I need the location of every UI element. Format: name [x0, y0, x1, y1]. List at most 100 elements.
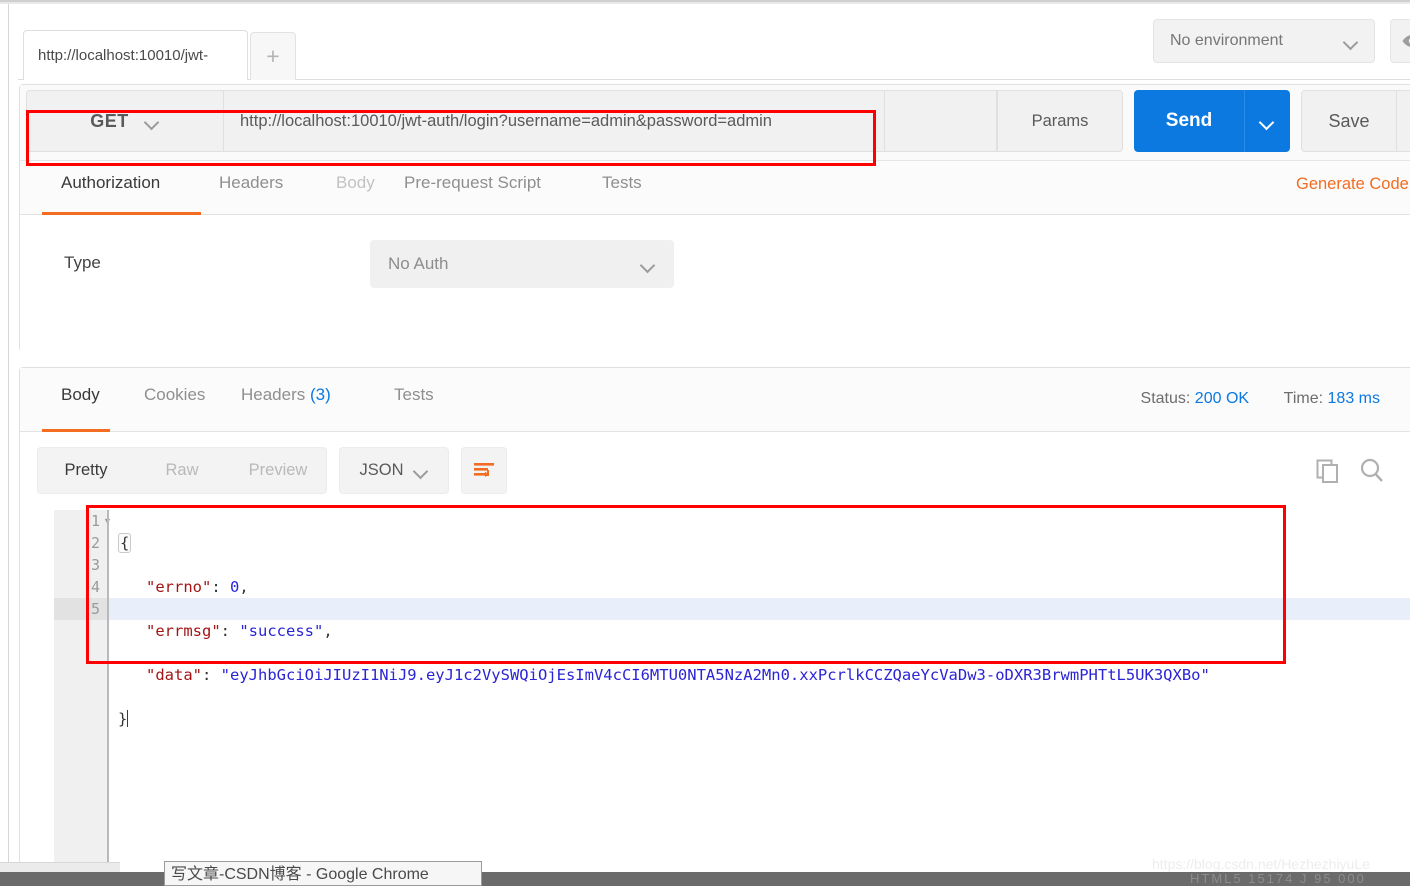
code-content: { "errno": 0, "errmsg": "success", "data…: [118, 510, 1408, 774]
request-tab-label: http://localhost:10010/jwt-: [38, 47, 209, 64]
tab-label: Headers: [241, 385, 306, 404]
url-text: http://localhost:10010/jwt-auth/login?us…: [240, 111, 772, 130]
generate-code-label: Generate Code: [1296, 175, 1409, 193]
json-key-data: "data": [146, 666, 202, 684]
json-comma: ,: [239, 578, 249, 596]
url-input[interactable]: http://localhost:10010/jwt-auth/login?us…: [224, 90, 885, 152]
tab-label: Body: [61, 385, 100, 404]
tooltip-text: 写文章-CSDN博客 - Google Chrome: [171, 866, 429, 883]
tab-authorization[interactable]: Authorization: [61, 173, 160, 193]
tab-label: Tests: [394, 385, 434, 404]
view-mode-preview[interactable]: Preview: [230, 461, 326, 480]
taskbar-ghost-text: HTML5 15174 J 95 000: [1190, 871, 1366, 886]
environment-selector[interactable]: No environment: [1153, 19, 1375, 63]
request-tabs: Authorization Headers Body Pre-request S…: [20, 161, 1410, 215]
chevron-down-icon: [641, 260, 656, 269]
tab-label: Headers: [219, 173, 284, 192]
tab-label: Body: [336, 173, 375, 192]
http-method-label: GET: [90, 110, 129, 131]
line-number: 1: [90, 512, 100, 530]
status-label: Status:: [1140, 390, 1191, 407]
code-line-5: }: [118, 708, 1408, 730]
json-colon: :: [211, 578, 230, 596]
line-number-gutter: 1 2 3 4 5 ▼: [54, 510, 112, 862]
code-line-2: "errno": 0,: [118, 576, 1408, 598]
json-key-errmsg: "errmsg": [146, 622, 221, 640]
json-value-errmsg: "success": [239, 622, 324, 640]
eye-icon: [1402, 35, 1410, 47]
tab-headers[interactable]: Headers: [219, 173, 283, 193]
chevron-down-icon: [1260, 117, 1275, 126]
auth-type-label: Type: [64, 253, 101, 272]
params-button[interactable]: Params: [997, 90, 1123, 152]
send-options-button[interactable]: [1244, 90, 1290, 152]
status-value: 200 OK: [1194, 390, 1250, 407]
copy-response-button[interactable]: [1314, 457, 1342, 490]
response-tabs: Body Cookies Headers (3) Tests Status: 2…: [20, 368, 1410, 432]
response-tab-headers[interactable]: Headers (3): [241, 385, 331, 405]
gutter-divider: [107, 510, 109, 862]
json-open-brace: {: [118, 533, 132, 553]
chevron-down-icon: [1344, 37, 1359, 46]
new-tab-button[interactable]: +: [250, 32, 296, 80]
response-meta: Status: 200 OK Time: 183 ms: [1141, 390, 1380, 408]
response-tab-cookies[interactable]: Cookies: [144, 385, 205, 405]
auth-type-selector[interactable]: No Auth: [370, 240, 674, 288]
save-options-button[interactable]: [1397, 90, 1410, 152]
url-row: GET http://localhost:10010/jwt-auth/logi…: [20, 85, 1410, 161]
text-cursor: [127, 710, 129, 727]
json-value-errno: 0: [230, 578, 240, 596]
tab-label: Cookies: [144, 385, 206, 404]
tab-pre-request-script[interactable]: Pre-request Script: [404, 173, 541, 193]
url-row-spacer: [885, 90, 997, 152]
generate-code-link[interactable]: Generate Code: [1296, 175, 1409, 194]
tab-label: Pre-request Script: [404, 173, 541, 192]
window-bottom-left-edge: [0, 862, 120, 872]
environment-label: No environment: [1170, 32, 1283, 49]
chevron-down-icon: [414, 466, 429, 475]
view-mode-pretty[interactable]: Pretty: [38, 461, 134, 480]
line-number: 5: [90, 600, 100, 618]
json-colon: :: [202, 666, 221, 684]
response-body-viewer[interactable]: 1 2 3 4 5 ▼ { "errno": 0, "errmsg": "suc…: [20, 510, 1410, 862]
time-label: Time:: [1283, 390, 1324, 407]
postman-window: http://localhost:10010/jwt- + No environ…: [0, 0, 1410, 886]
json-value-data: "eyJhbGciOiJIUzI1NiJ9.eyJ1c2VySWQiOjEsIm…: [220, 666, 1210, 684]
tab-label: Authorization: [61, 173, 161, 192]
environment-quick-look-button[interactable]: [1390, 19, 1410, 63]
csdn-watermark: https://blog.csdn.net/HezhezhiyuLe: [1152, 856, 1370, 872]
line-number: 3: [90, 556, 100, 574]
json-comma: ,: [323, 622, 333, 640]
window-left-rail: [0, 4, 9, 886]
request-panel: GET http://localhost:10010/jwt-auth/logi…: [19, 84, 1410, 352]
view-mode-group: Pretty Raw Preview: [37, 447, 327, 494]
tab-body[interactable]: Body: [336, 173, 375, 193]
active-tab-base-cover: [24, 78, 247, 81]
send-label: Send: [1165, 110, 1213, 131]
save-button[interactable]: Save: [1301, 90, 1397, 152]
response-tab-tests[interactable]: Tests: [394, 385, 434, 405]
line-number: 4: [90, 578, 100, 596]
request-tab-active[interactable]: http://localhost:10010/jwt-: [23, 30, 248, 80]
taskbar-tooltip: 写文章-CSDN博客 - Google Chrome: [164, 861, 482, 886]
word-wrap-button[interactable]: [461, 447, 507, 494]
http-method-selector[interactable]: GET: [26, 90, 224, 152]
view-mode-raw[interactable]: Raw: [134, 461, 230, 480]
response-format-selector[interactable]: JSON: [339, 447, 449, 494]
response-tab-body[interactable]: Body: [61, 385, 100, 405]
copy-icon: [1316, 459, 1338, 483]
code-line-4: "data": "eyJhbGciOiJIUzI1NiJ9.eyJ1c2VySW…: [118, 664, 1408, 686]
plus-icon: +: [266, 43, 280, 69]
auth-type-value: No Auth: [388, 254, 449, 273]
line-number: 2: [90, 534, 100, 552]
response-panel: Body Cookies Headers (3) Tests Status: 2…: [19, 367, 1410, 862]
send-button[interactable]: Send: [1134, 90, 1244, 152]
time-value: 183 ms: [1327, 390, 1380, 407]
search-response-button[interactable]: [1358, 457, 1386, 490]
response-format-label: JSON: [359, 461, 404, 479]
params-label: Params: [1031, 111, 1089, 130]
word-wrap-icon: [474, 462, 494, 477]
authorization-pane: Type No Auth: [20, 215, 1410, 352]
code-line-1: {: [118, 532, 1408, 554]
tab-tests[interactable]: Tests: [602, 173, 642, 193]
